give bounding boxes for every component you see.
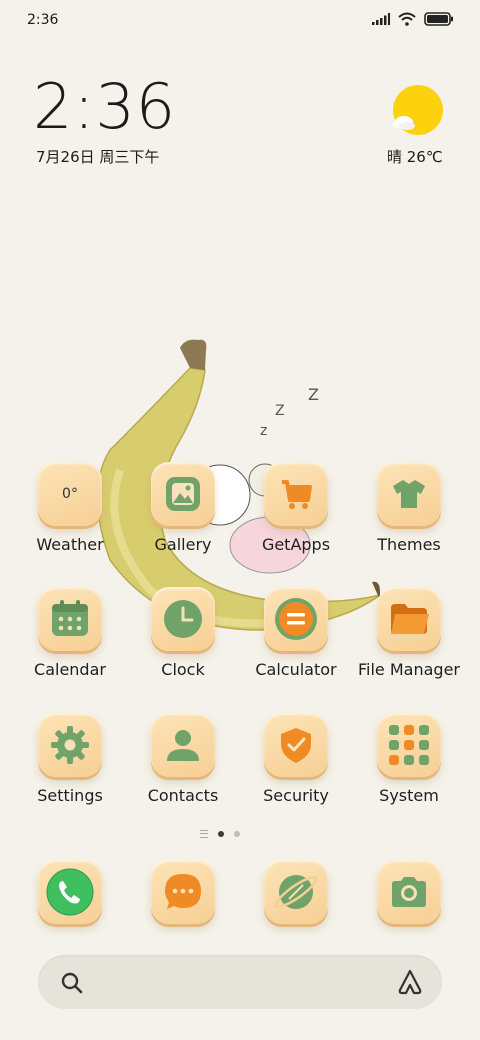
dock-camera[interactable]: [352, 860, 466, 924]
sun-cloud-icon[interactable]: [392, 84, 444, 136]
calculator-icon: [275, 598, 317, 640]
app-list-indicator-icon: [200, 830, 208, 838]
app-label: Calendar: [34, 660, 106, 679]
svg-text:Z: Z: [308, 385, 319, 404]
shield-icon: [281, 728, 311, 763]
app-security[interactable]: Security: [239, 713, 353, 805]
app-getapps[interactable]: GetApps: [239, 462, 353, 554]
cart-icon: [282, 480, 312, 509]
clock-widget-time[interactable]: 2:36: [33, 76, 176, 138]
app-calendar[interactable]: Calendar: [13, 587, 127, 679]
app-label: GetApps: [261, 535, 331, 554]
app-label: Themes: [377, 535, 441, 554]
app-calculator[interactable]: Calculator: [239, 587, 353, 679]
app-label: Settings: [37, 786, 103, 805]
app-contacts[interactable]: Contacts: [126, 713, 240, 805]
person-icon: [167, 730, 199, 761]
app-label: Gallery: [154, 535, 212, 554]
svg-text:Z: Z: [275, 403, 285, 419]
message-icon: [165, 874, 201, 909]
camera-icon: [392, 877, 426, 907]
browser-icon: [275, 875, 317, 909]
system-folder-icon: [389, 725, 429, 765]
weather-icon[interactable]: 0°: [38, 462, 102, 526]
gear-icon: [51, 726, 89, 764]
app-file-manager[interactable]: File Manager: [352, 587, 466, 679]
page-dot-active: [218, 831, 224, 837]
app-label: File Manager: [358, 660, 460, 679]
app-label: Calculator: [255, 660, 337, 679]
app-system-folder[interactable]: System: [352, 713, 466, 805]
status-time: 2:36: [27, 12, 59, 28]
svg-text:z: z: [260, 423, 267, 439]
dock-browser[interactable]: [239, 860, 353, 924]
folder-icon: [391, 604, 429, 634]
signal-icon: [372, 13, 390, 25]
gallery-icon: [166, 477, 200, 511]
clock-widget-date: 7月26日 周三下午: [36, 148, 160, 166]
dock-messages[interactable]: [126, 860, 240, 924]
calendar-icon: [52, 600, 88, 636]
app-label: Clock: [161, 660, 205, 679]
wifi-icon: [398, 12, 416, 26]
search-bar[interactable]: [38, 955, 442, 1009]
page-dot: [234, 831, 240, 837]
app-themes[interactable]: Themes: [352, 462, 466, 554]
app-label: Contacts: [147, 786, 219, 805]
app-clock[interactable]: Clock: [126, 587, 240, 679]
status-bar: 2:36: [0, 0, 480, 42]
assistant-icon[interactable]: [396, 968, 424, 996]
app-label: Weather: [36, 535, 104, 554]
app-label: Security: [263, 786, 329, 805]
page-indicator[interactable]: [200, 830, 240, 838]
dock-phone[interactable]: [13, 860, 127, 924]
weather-temp-badge: 0°: [62, 486, 78, 502]
app-settings[interactable]: Settings: [13, 713, 127, 805]
tshirt-icon: [393, 480, 425, 508]
phone-icon: [46, 868, 94, 916]
app-label: System: [379, 786, 439, 805]
weather-widget-text: 晴 26℃: [387, 148, 443, 166]
search-icon[interactable]: [60, 971, 84, 995]
battery-icon: [424, 12, 453, 26]
clock-icon: [164, 600, 202, 638]
app-gallery[interactable]: Gallery: [126, 462, 240, 554]
app-weather[interactable]: 0° Weather: [13, 462, 127, 554]
